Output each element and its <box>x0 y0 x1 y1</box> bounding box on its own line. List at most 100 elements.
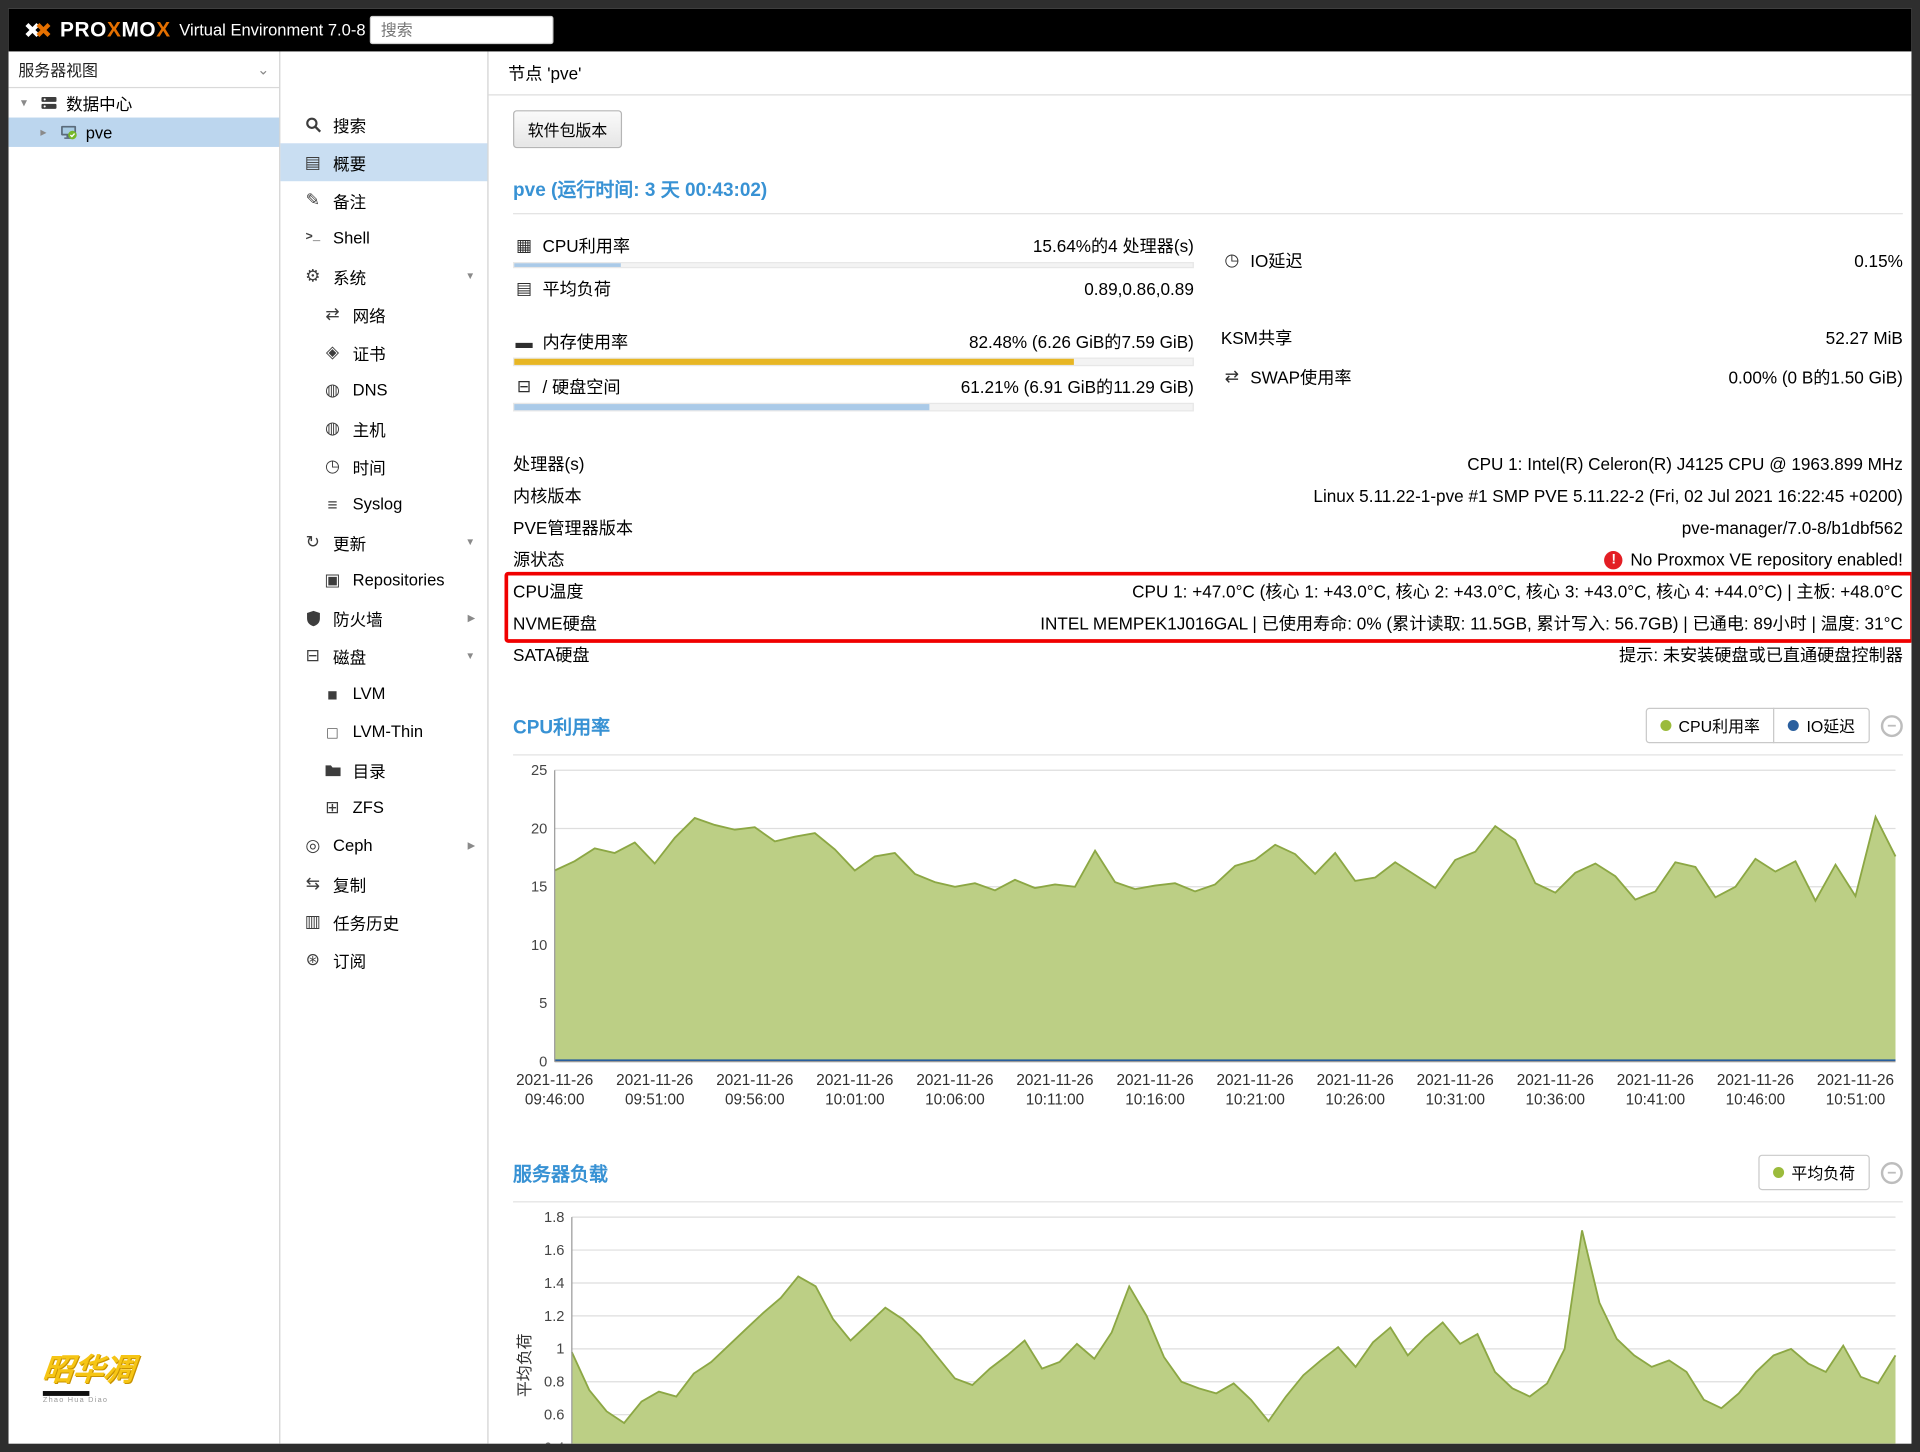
svg-text:0.8: 0.8 <box>544 1375 564 1391</box>
svg-text:2021-11-26: 2021-11-26 <box>1116 1072 1193 1089</box>
certificate-icon: ◈ <box>321 342 344 362</box>
detail-value: 提示: 未安装硬盘或已直通硬盘控制器 <box>590 643 1903 667</box>
menu-item-syslog[interactable]: ≡Syslog <box>280 485 487 523</box>
chevron-down-icon[interactable]: ▼ <box>465 650 475 661</box>
rootfs-usage-row: ⊟ / 硬盘空间 61.21% (6.91 GiB的11.29 GiB) <box>513 371 1194 402</box>
detail-label: SATA硬盘 <box>513 643 590 667</box>
cpu-usage-value: 15.64%的4 处理器(s) <box>1033 233 1194 257</box>
tree-node-pve[interactable]: ▸ pve <box>9 118 280 147</box>
legend-item-平均负荷[interactable]: 平均负荷 <box>1758 1155 1869 1191</box>
cpu-chart-legend: CPU利用率IO延迟 <box>1647 708 1870 744</box>
chevron-right-icon[interactable]: ▸ <box>40 126 57 139</box>
search-input[interactable] <box>370 16 554 44</box>
menu-item-lvm[interactable]: ■LVM <box>280 675 487 713</box>
menu-item-task-history[interactable]: ▥任务历史 <box>280 902 487 940</box>
node-details: 处理器(s)CPU 1: Intel(R) Celeron(R) J4125 C… <box>513 448 1903 671</box>
watermark-text: 昭华凋 <box>41 1346 137 1390</box>
svg-text:平均负荷: 平均负荷 <box>516 1333 534 1397</box>
menu-item-directory[interactable]: 目录 <box>280 751 487 789</box>
chevron-down-icon[interactable]: ▼ <box>465 271 475 282</box>
rootfs-usage-value: 61.21% (6.91 GiB的11.29 GiB) <box>961 374 1194 398</box>
menu-item-label: 系统 <box>333 264 366 288</box>
menu-item-ceph[interactable]: ◎Ceph▶ <box>280 827 487 865</box>
menu-item-updates[interactable]: ↻更新▼ <box>280 523 487 561</box>
menu-item-disks[interactable]: ⊟磁盘▼ <box>280 637 487 675</box>
view-selector-label: 服务器视图 <box>18 58 98 81</box>
warning-icon: ! <box>1605 550 1623 568</box>
cpu-usage-chart: 05101520252021-11-2609:46:002021-11-2609… <box>513 760 1903 1118</box>
detail-label: 处理器(s) <box>513 452 584 476</box>
detail-label: NVME硬盘 <box>513 611 597 635</box>
svg-text:2021-11-26: 2021-11-26 <box>1417 1072 1494 1089</box>
chevron-down-icon[interactable]: ▼ <box>465 536 475 547</box>
menu-item-label: LVM <box>353 684 386 702</box>
menu-item-notes[interactable]: ✎备注 <box>280 181 487 219</box>
svg-text:09:51:00: 09:51:00 <box>625 1091 685 1108</box>
menu-item-label: 更新 <box>333 530 366 554</box>
menu-item-shell[interactable]: >_Shell <box>280 219 487 257</box>
detail-row: PVE管理器版本pve-manager/7.0-8/b1dbf562 <box>513 512 1903 544</box>
resource-tree-panel: 服务器视图 ⌄ ▾数据中心 ▸ pve <box>9 51 281 1443</box>
menu-item-label: 备注 <box>333 188 366 212</box>
menu-item-hosts[interactable]: ◍主机 <box>280 409 487 447</box>
menu-item-subscription[interactable]: ⊛订阅 <box>280 940 487 978</box>
detail-row: CPU温度CPU 1: +47.0°C (核心 1: +43.0°C, 核心 2… <box>513 576 1903 608</box>
wordmark-x: X <box>156 18 171 41</box>
legend-item-IO延迟[interactable]: IO延迟 <box>1773 708 1869 744</box>
menu-item-label: 防火墙 <box>333 606 383 630</box>
svg-text:1.8: 1.8 <box>544 1210 564 1226</box>
tree-node-label: pve <box>86 123 113 141</box>
load-chart-title: 服务器负载 <box>513 1159 608 1186</box>
tree-node-datacenter[interactable]: ▾数据中心 <box>9 88 280 117</box>
svg-text:10: 10 <box>531 938 547 954</box>
svg-text:10:16:00: 10:16:00 <box>1125 1091 1185 1108</box>
svg-text:2021-11-26: 2021-11-26 <box>1817 1072 1894 1089</box>
collapse-icon[interactable]: − <box>1881 1161 1903 1183</box>
legend-item-CPU利用率[interactable]: CPU利用率 <box>1645 708 1774 744</box>
menu-item-replication[interactable]: ⇆复制 <box>280 864 487 902</box>
menu-item-zfs[interactable]: ⊞ZFS <box>280 789 487 827</box>
cpu-usage-bar <box>513 262 1194 268</box>
svg-text:0: 0 <box>539 1055 547 1071</box>
svg-text:10:41:00: 10:41:00 <box>1626 1091 1686 1108</box>
load-chart-legend: 平均负荷 <box>1760 1155 1870 1191</box>
cpu-usage-row: ▦ CPU利用率 15.64%的4 处理器(s) <box>513 230 1194 261</box>
menu-item-repositories[interactable]: ▣Repositories <box>280 561 487 599</box>
breadcrumb: 节点 'pve' <box>489 51 1912 95</box>
menu-item-label: 搜索 <box>333 112 366 136</box>
svg-text:1.6: 1.6 <box>544 1243 564 1259</box>
menu-item-time[interactable]: ◷时间 <box>280 447 487 485</box>
menu-item-network[interactable]: ⇄网络 <box>280 295 487 333</box>
svg-text:5: 5 <box>539 996 547 1012</box>
chevron-down-icon[interactable]: ▾ <box>21 96 38 109</box>
lvm-thin-icon: □ <box>321 722 344 742</box>
package-versions-button[interactable]: 软件包版本 <box>513 110 622 148</box>
chevron-right-icon[interactable]: ▶ <box>468 612 476 623</box>
svg-text:10:31:00: 10:31:00 <box>1425 1091 1485 1108</box>
menu-item-certificates[interactable]: ◈证书 <box>280 333 487 371</box>
menu-item-system[interactable]: ⚙系统▼ <box>280 257 487 295</box>
server-load-chart: 00.20.40.60.811.21.41.61.8平均负荷 <box>513 1207 1903 1443</box>
ksm-sharing-value: 52.27 MiB <box>1826 328 1903 348</box>
detail-value: pve-manager/7.0-8/b1dbf562 <box>633 518 1903 538</box>
stats-grid: ▦ CPU利用率 15.64%的4 处理器(s) ▤ 平均负荷 0.89,0.8… <box>513 230 1903 416</box>
menu-item-label: DNS <box>353 381 388 399</box>
menu-item-firewall[interactable]: 防火墙 ▶ <box>280 599 487 637</box>
detail-value: CPU 1: Intel(R) Celeron(R) J4125 CPU @ 1… <box>584 454 1902 474</box>
svg-text:2021-11-26: 2021-11-26 <box>816 1072 893 1089</box>
view-selector-dropdown[interactable]: 服务器视图 ⌄ <box>9 51 280 88</box>
detail-label: 内核版本 <box>513 484 582 508</box>
menu-item-lvm-thin[interactable]: □LVM-Thin <box>280 713 487 751</box>
menu-item-dns[interactable]: ◍DNS <box>280 371 487 409</box>
detail-value: INTEL MEMPEK1J016GAL | 已使用寿命: 0% (累计读取: … <box>597 611 1903 635</box>
search-icon <box>301 114 324 134</box>
proxmox-logo-icon <box>23 18 52 42</box>
collapse-icon[interactable]: − <box>1881 714 1903 736</box>
svg-text:2021-11-26: 2021-11-26 <box>916 1072 993 1089</box>
chevron-right-icon[interactable]: ▶ <box>468 840 476 851</box>
detail-row: NVME硬盘INTEL MEMPEK1J016GAL | 已使用寿命: 0% (… <box>513 607 1903 639</box>
menu-item-summary[interactable]: ▤概要 <box>280 143 487 181</box>
menu-item-search[interactable]: 搜索 <box>280 105 487 143</box>
menu-item-label: Ceph <box>333 836 373 854</box>
cpu-usage-chart-section: CPU利用率 CPU利用率IO延迟 − 05101520252021-11-26… <box>513 708 1903 1118</box>
